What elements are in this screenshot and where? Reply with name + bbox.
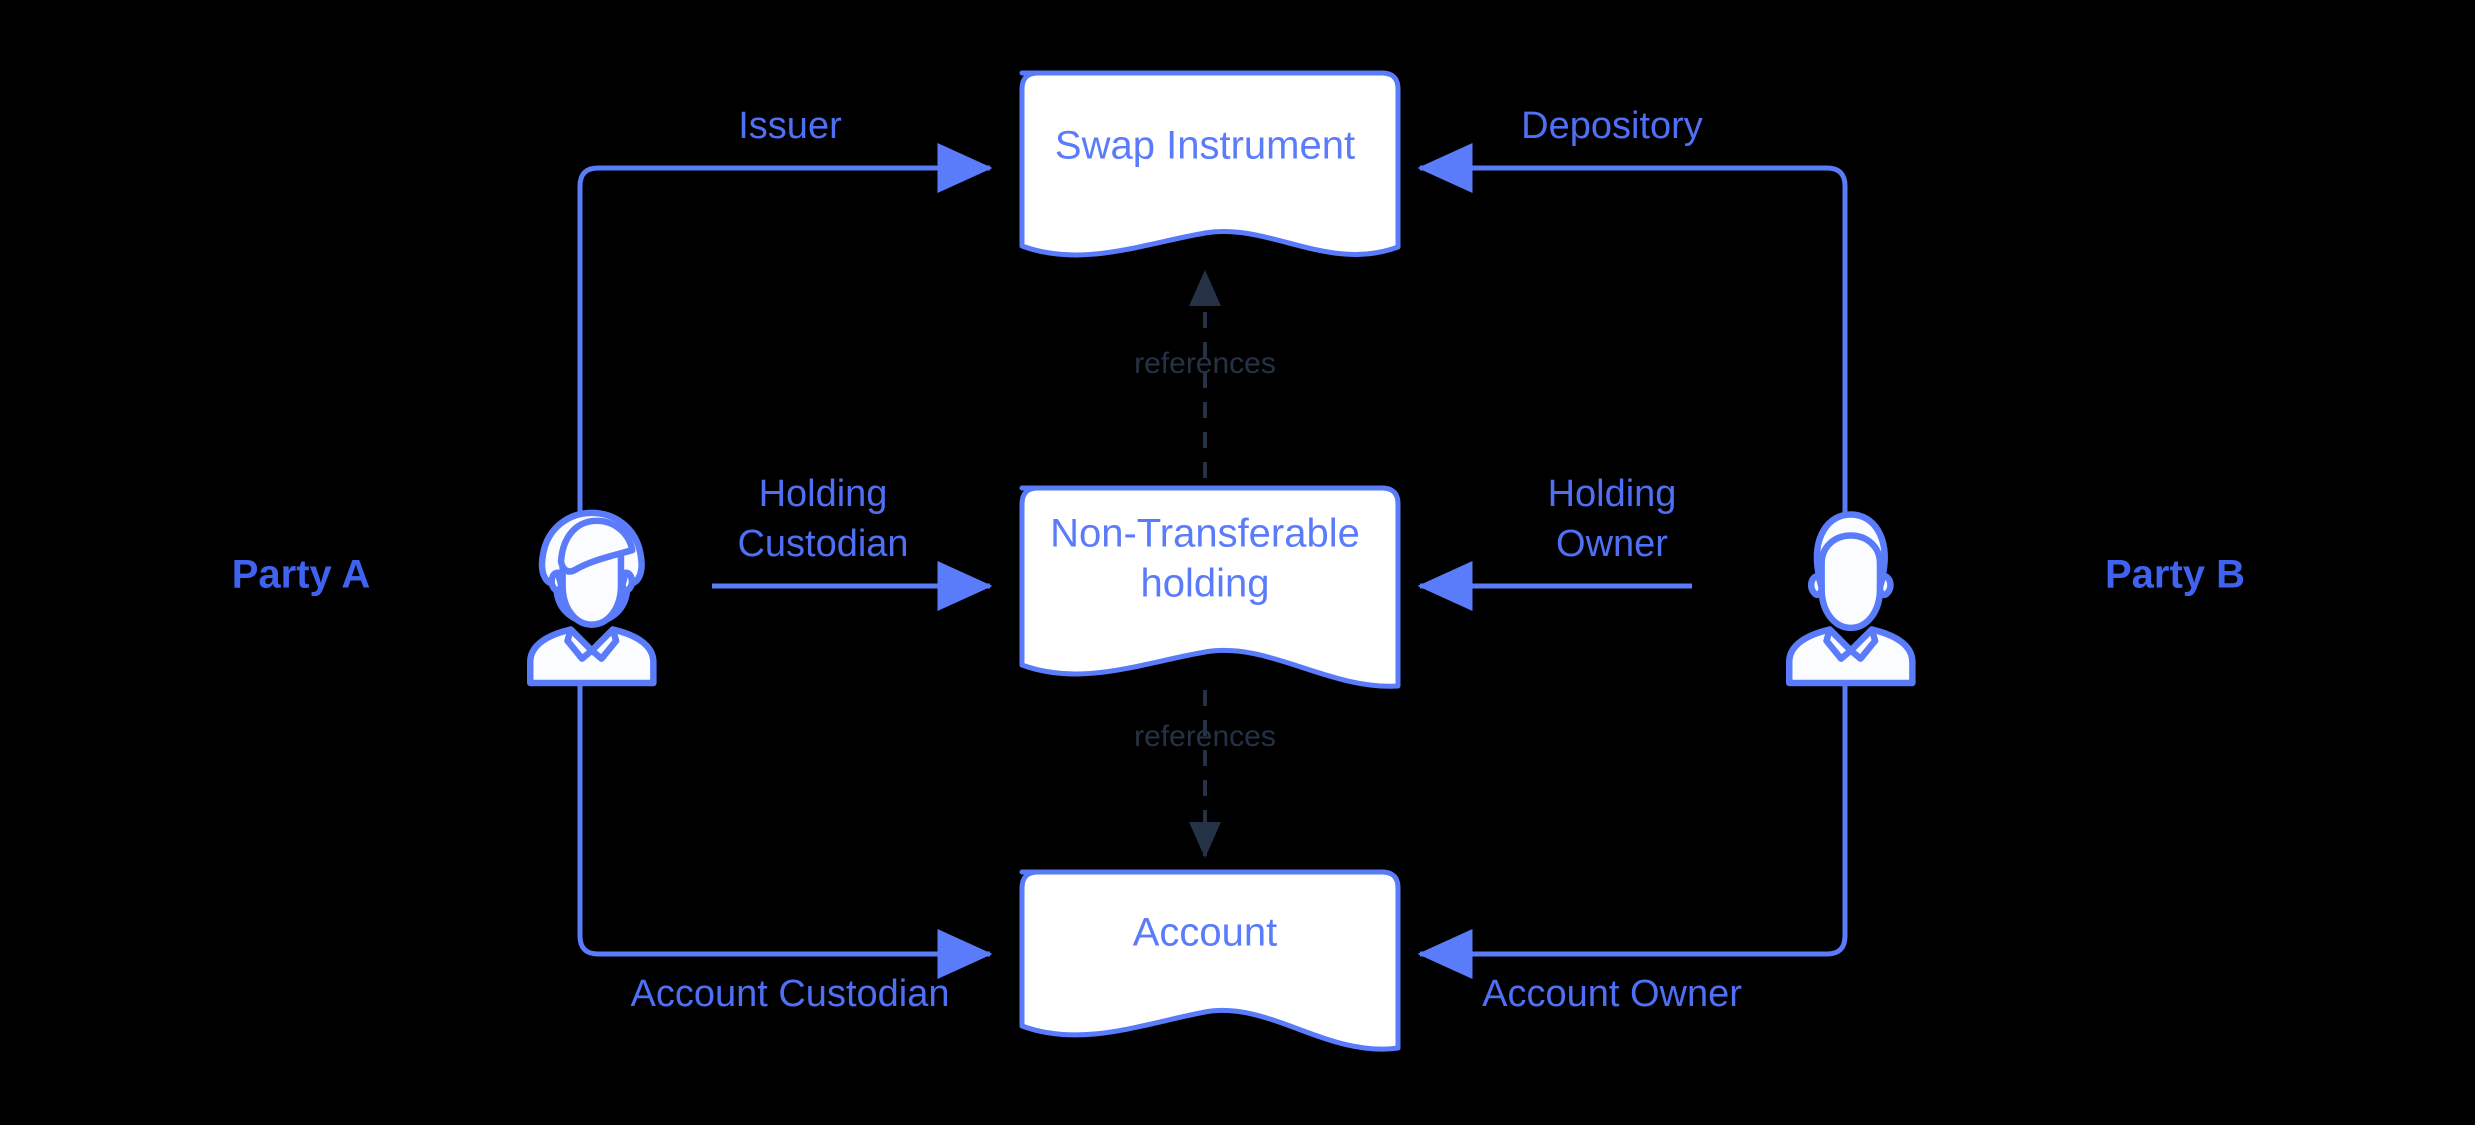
person-female-icon (527, 509, 657, 687)
non-transferable-holding-label-line2: holding (1140, 562, 1269, 606)
edge-label-holding-custodian-line2: Custodian (737, 523, 908, 565)
reference-label-down: references (1134, 720, 1276, 753)
edge-label-holding-owner-line2: Owner (1556, 523, 1668, 565)
node-non-transferable-holding[interactable]: Non-Transferable holding (1019, 485, 1401, 689)
party-b-label: Party B (2105, 553, 2245, 597)
reference-edge-holding-to-instrument: references (1134, 270, 1276, 478)
node-account[interactable]: Account (1019, 869, 1401, 1052)
edge-label-holding-owner-line1: Holding (1548, 473, 1677, 515)
edge-label-holding-custodian-line1: Holding (759, 473, 888, 515)
actor-party-b[interactable]: Party B (1786, 511, 2245, 687)
edge-account-custodian-line (577, 650, 993, 979)
reference-label-up: references (1134, 347, 1276, 380)
edge-holding-custodian: Holding Custodian (712, 473, 993, 611)
edge-account-custodian: Account Custodian (577, 650, 993, 1015)
account-label: Account (1133, 911, 1278, 955)
diagram-canvas: Issuer Depository Holding Custodian Hold… (0, 0, 2475, 1125)
swap-instrument-relationship-diagram: Issuer Depository Holding Custodian Hold… (232, 70, 2245, 1052)
edge-label-account-owner: Account Owner (1482, 973, 1742, 1015)
node-swap-instrument[interactable]: Swap Instrument (1019, 70, 1401, 258)
edge-label-depository: Depository (1521, 105, 1703, 147)
person-male-icon (1786, 511, 1916, 687)
swap-instrument-label: Swap Instrument (1055, 124, 1355, 168)
edge-account-owner: Account Owner (1417, 650, 1848, 1015)
edge-label-account-custodian: Account Custodian (631, 973, 950, 1015)
actor-party-a[interactable]: Party A (232, 509, 657, 687)
non-transferable-holding-label-line1: Non-Transferable (1050, 512, 1360, 556)
edge-account-owner-line (1417, 650, 1848, 979)
account-shape (1019, 869, 1401, 1052)
edge-label-issuer: Issuer (738, 105, 842, 147)
reference-edge-holding-to-account: references (1134, 690, 1276, 858)
edge-holding-owner: Holding Owner (1417, 473, 1692, 611)
party-a-label: Party A (232, 553, 371, 597)
